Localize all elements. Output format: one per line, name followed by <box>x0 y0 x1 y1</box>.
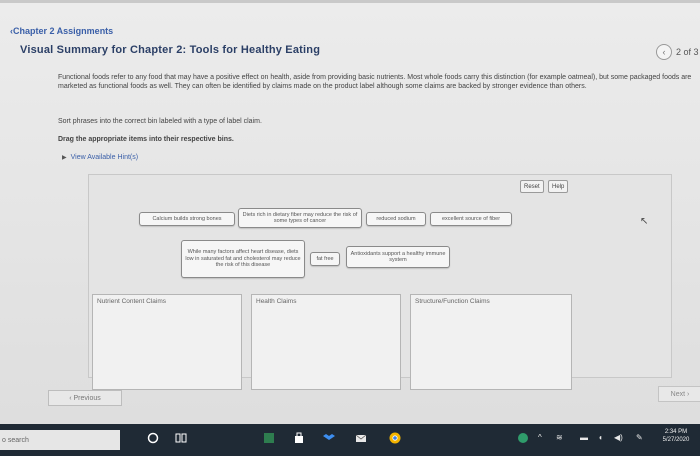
tray-wifi-icon[interactable]: ◖ <box>598 433 603 442</box>
bin-label: Health Claims <box>256 298 297 305</box>
help-button[interactable]: Help <box>548 180 569 193</box>
taskbar-clock[interactable]: 2:34 PM 5/27/2020 <box>654 428 698 444</box>
prev-item-chevron-icon[interactable]: ‹ <box>656 44 672 60</box>
draggable-chip[interactable]: Diets rich in dietary fiber may reduce t… <box>238 208 362 228</box>
tray-pen-icon[interactable]: ✎ <box>636 433 643 442</box>
clock-time: 2:34 PM <box>664 429 688 435</box>
top-border <box>0 0 700 3</box>
cortana-circle-icon[interactable] <box>146 431 160 445</box>
bin-nutrient-content-claims[interactable]: Nutrient Content Claims <box>92 294 242 390</box>
tray-volume-icon[interactable]: ◀) <box>614 433 623 442</box>
draggable-chip[interactable]: fat free <box>310 252 340 266</box>
mouse-cursor-icon: ↖ <box>640 216 649 227</box>
draggable-chip[interactable]: reduced sodium <box>366 212 426 226</box>
draggable-chip[interactable]: Antioxidants support a healthy immune sy… <box>346 246 450 268</box>
drag-instruction: Drag the appropriate items into their re… <box>58 136 234 143</box>
app-icon[interactable] <box>262 431 276 445</box>
view-hints-label: View Available Hint(s) <box>70 154 139 161</box>
clock-date: 5/27/2020 <box>662 437 690 443</box>
draggable-chip[interactable]: Calcium builds strong bones <box>139 212 235 226</box>
back-to-assignments-link[interactable]: ‹Chapter 2 Assignments <box>10 26 113 36</box>
bin-label: Nutrient Content Claims <box>97 298 166 305</box>
dropbox-icon[interactable] <box>322 431 336 445</box>
people-icon[interactable] <box>516 431 530 445</box>
previous-button[interactable]: ‹ Previous <box>48 390 122 406</box>
intro-paragraph: Functional foods refer to any food that … <box>58 74 692 90</box>
store-bag-icon[interactable] <box>292 431 306 445</box>
taskbar-search-input[interactable]: o search <box>0 430 120 450</box>
draggable-chip[interactable]: While many factors affect heart disease,… <box>181 240 305 278</box>
pager: ‹ 2 of 3 <box>656 44 699 60</box>
browser-content: ‹Chapter 2 Assignments Visual Summary fo… <box>0 0 700 424</box>
tray-network-icon[interactable]: ≋ <box>556 433 563 442</box>
next-button[interactable]: Next › <box>658 386 700 402</box>
pager-text: 2 of 3 <box>676 47 699 57</box>
mail-envelope-icon[interactable] <box>354 431 368 445</box>
chrome-browser-icon[interactable] <box>388 431 402 445</box>
bin-health-claims[interactable]: Health Claims <box>251 294 401 390</box>
sort-instruction: Sort phrases into the correct bin labele… <box>58 118 262 125</box>
bin-label: Structure/Function Claims <box>415 298 490 305</box>
draggable-chip[interactable]: excellent source of fiber <box>430 212 512 226</box>
expand-triangle-icon: ▶ <box>62 155 67 161</box>
page-title: Visual Summary for Chapter 2: Tools for … <box>20 44 321 56</box>
task-view-icon[interactable] <box>174 431 188 445</box>
reset-button[interactable]: Reset <box>520 180 544 193</box>
bin-structure-function-claims[interactable]: Structure/Function Claims <box>410 294 572 390</box>
view-hints-link[interactable]: ▶ View Available Hint(s) <box>62 154 138 161</box>
tray-battery-icon[interactable]: ▬ <box>580 433 588 442</box>
tray-chevron-up-icon[interactable]: ^ <box>538 433 542 442</box>
